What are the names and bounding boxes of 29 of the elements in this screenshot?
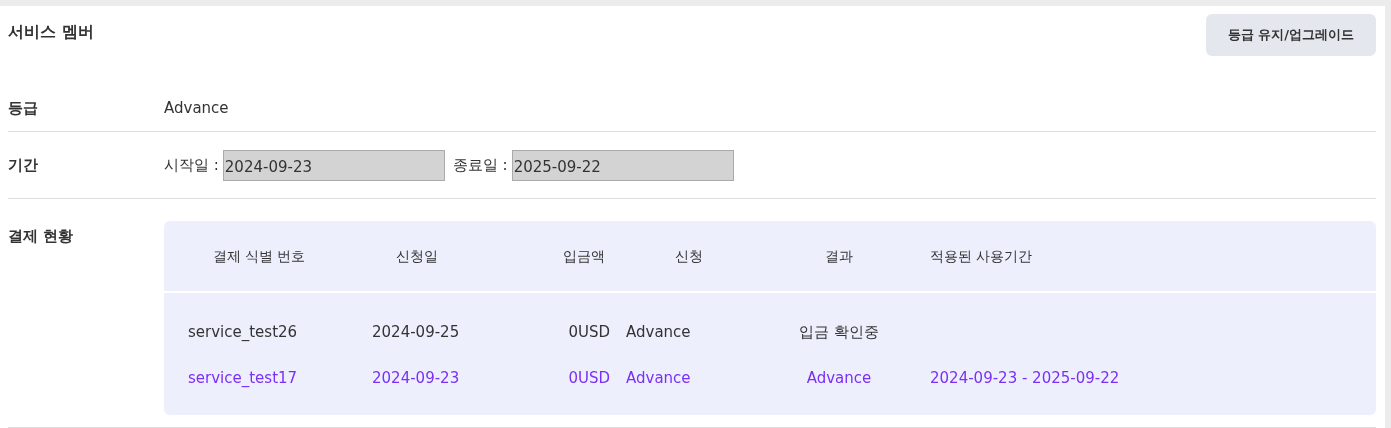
- field-label: 결제 현황: [8, 226, 75, 247]
- column-header: 입금액: [562, 246, 606, 266]
- table-cell-text: 0USD: [567, 321, 611, 343]
- upgrade-button[interactable]: 등급 유지/업그레이드: [1205, 14, 1376, 56]
- table-cell-text: 2024-09-23 - 2025-09-22: [929, 367, 1121, 389]
- field-label: 기간: [8, 154, 39, 176]
- column-header: 결제 식별 번호: [211, 246, 307, 266]
- table-cell-text: 2024-09-25: [371, 321, 461, 343]
- table-cell-text: 0USD: [567, 367, 611, 389]
- table-cell-text: Advance: [625, 321, 692, 343]
- table-cell-text: Advance: [625, 367, 692, 389]
- column-header: 결과: [824, 246, 854, 266]
- end-date-label: 종료일 :: [452, 154, 508, 176]
- column-header: 신청일: [394, 246, 439, 266]
- start-date-field[interactable]: 2024-09-23: [222, 149, 445, 181]
- end-date-field[interactable]: 2025-09-22: [511, 149, 734, 181]
- start-date-label: 시작일 :: [164, 154, 219, 176]
- grade-value: Advance: [164, 98, 229, 120]
- table-row[interactable]: service_test17 2024-09-23 0USD Advance Advance 2024-09-23 - 2025-09-22: [164, 355, 1376, 401]
- table-cell-text: service_test17: [187, 367, 299, 389]
- field-label: 등급: [8, 98, 39, 120]
- table-cell-text: service_test26: [187, 321, 299, 343]
- table-cell-text: Advance: [805, 367, 873, 389]
- table-cell-text: 2024-09-23: [371, 367, 461, 389]
- section-title: 서비스 멤버: [8, 21, 94, 43]
- table-cell-text: 입금 확인중: [798, 321, 880, 343]
- column-header: 신청: [674, 246, 704, 266]
- table-row[interactable]: service_test26 2024-09-25 0USD Advance 입금 확인중: [164, 309, 1376, 355]
- column-header: 적용된 사용기간: [929, 246, 1034, 266]
